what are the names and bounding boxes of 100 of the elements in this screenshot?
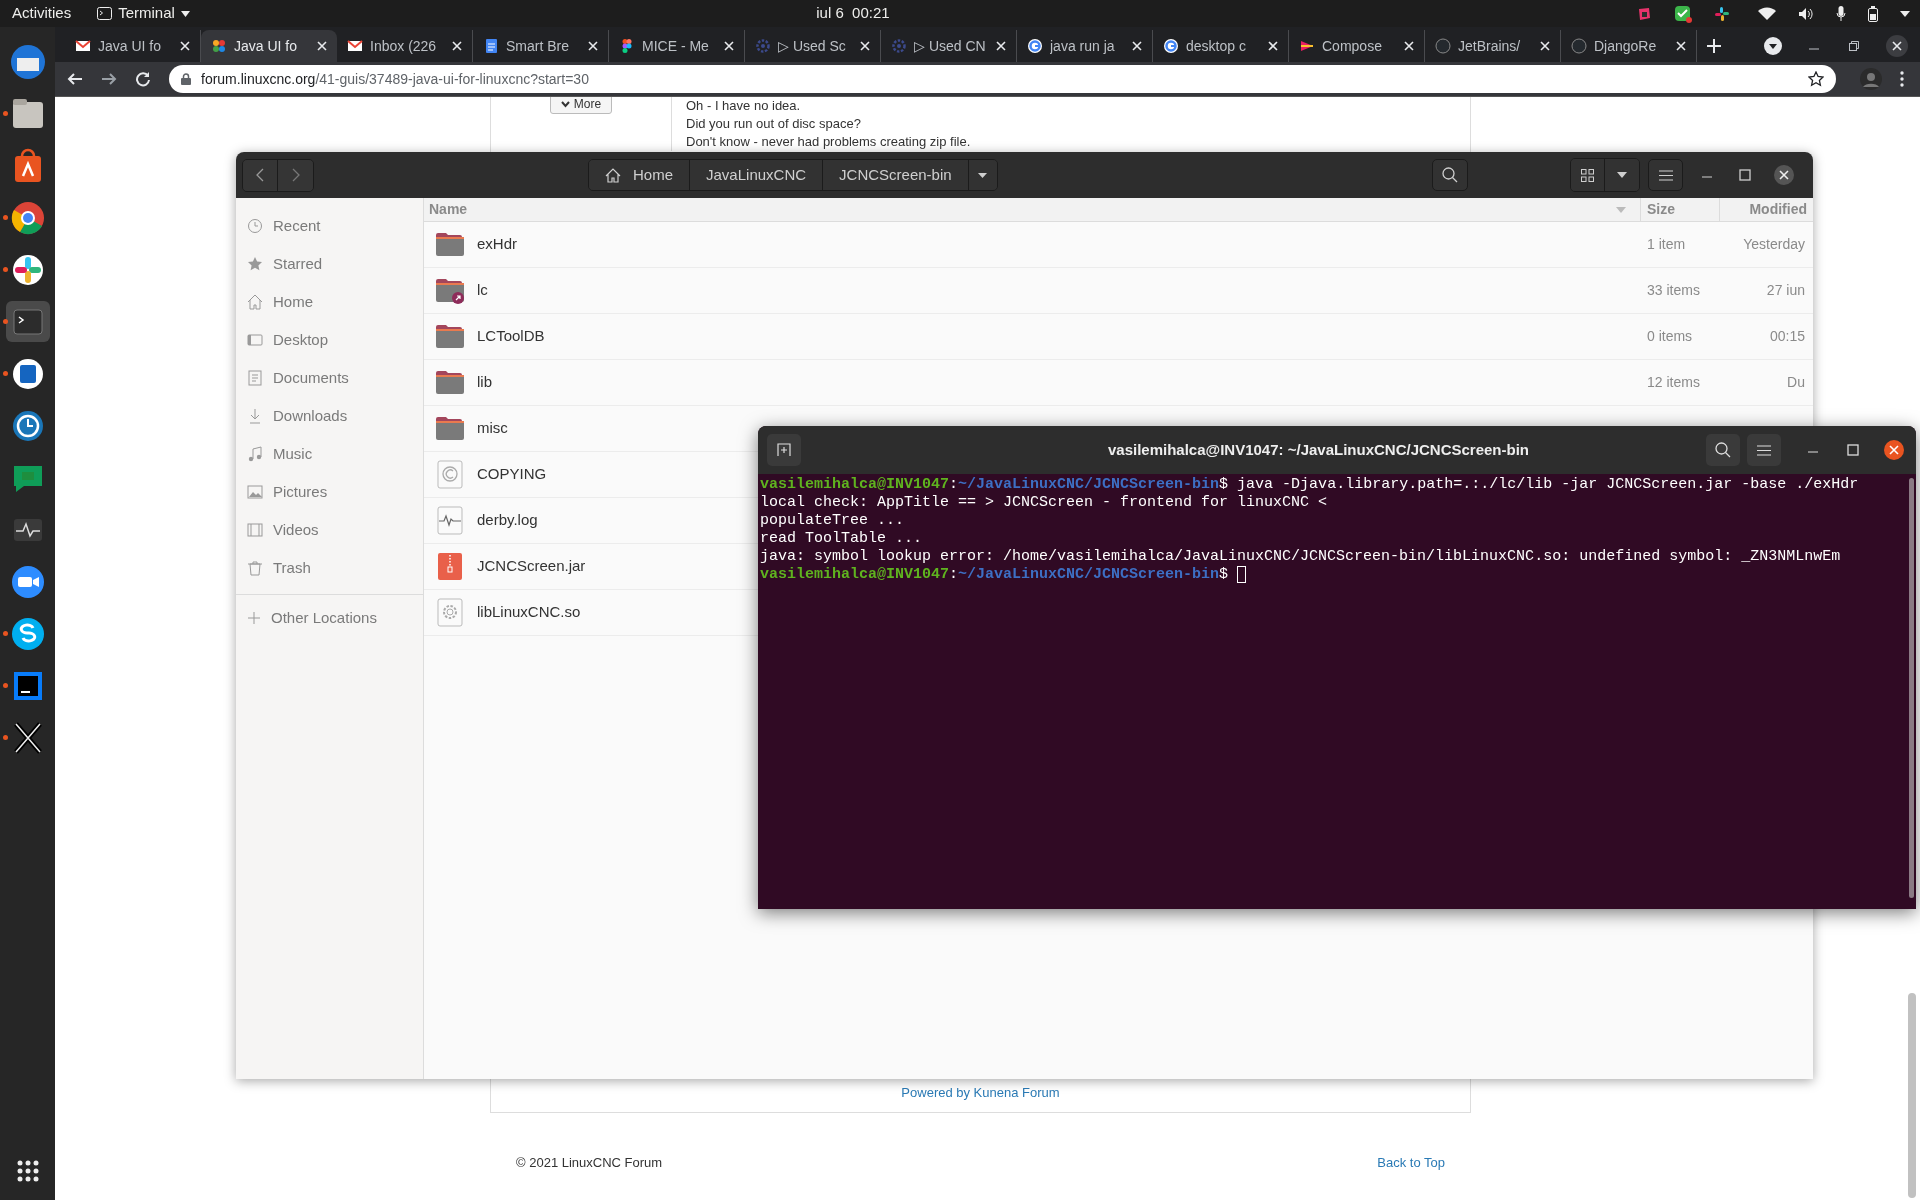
path-button[interactable]: JCNCScreen-bin xyxy=(823,160,969,190)
file-name[interactable]: lc xyxy=(477,279,488,302)
microphone-icon[interactable] xyxy=(1836,5,1846,22)
close-icon[interactable] xyxy=(1886,35,1908,57)
sidebar-item[interactable]: Music xyxy=(236,435,423,473)
close-icon[interactable] xyxy=(996,41,1006,51)
circle-icon xyxy=(1571,38,1587,54)
avatar-icon[interactable] xyxy=(1860,68,1882,90)
grid-view-button[interactable] xyxy=(1571,159,1605,191)
close-icon[interactable] xyxy=(1883,439,1905,461)
close-icon[interactable] xyxy=(724,41,734,51)
chevron-left-icon xyxy=(256,168,264,182)
new-tab-button[interactable] xyxy=(767,434,801,466)
sort-caret-icon xyxy=(1616,206,1626,213)
tab-search-icon[interactable] xyxy=(1764,37,1782,55)
sidebar-item[interactable]: Videos xyxy=(236,511,423,549)
search-button[interactable] xyxy=(1432,159,1468,191)
forward-icon[interactable] xyxy=(101,71,117,87)
close-icon[interactable] xyxy=(860,41,870,51)
post-text: Don't know - never had problems creating zip file. xyxy=(686,133,971,151)
address-bar[interactable]: forum.linuxcnc.org/41-guis/37489-java-ui-for-linuxcnc?start=30 xyxy=(169,65,1836,93)
file-size: 1 item xyxy=(1646,235,1687,254)
close-icon[interactable] xyxy=(1773,164,1795,186)
battery-icon[interactable] xyxy=(1868,5,1878,22)
envelope-icon xyxy=(75,38,91,54)
file-name[interactable]: misc xyxy=(477,417,508,440)
file-name[interactable]: lib xyxy=(477,371,492,394)
more-button[interactable]: More xyxy=(549,97,613,114)
file-name[interactable]: exHdr xyxy=(477,233,517,256)
sidebar-item[interactable]: Pictures xyxy=(236,473,423,511)
view-options-button[interactable] xyxy=(1605,159,1639,191)
sidebar-item[interactable]: Home xyxy=(236,283,423,321)
app-grid-icon[interactable] xyxy=(16,1160,39,1182)
powered-by-link[interactable]: Powered by Kunena Forum xyxy=(901,1085,1060,1101)
sidebar-item[interactable]: Recent xyxy=(236,207,423,245)
back-button[interactable] xyxy=(243,159,278,191)
sidebar-item[interactable]: Starred xyxy=(236,245,423,283)
path-button[interactable]: Home xyxy=(589,160,690,190)
pinwheel-icon[interactable] xyxy=(1714,5,1730,22)
close-icon[interactable] xyxy=(317,41,327,51)
restore-icon[interactable] xyxy=(1848,40,1860,52)
close-icon[interactable] xyxy=(1676,41,1686,51)
file-name[interactable]: JCNCScreen.jar xyxy=(477,555,586,578)
document-icon xyxy=(483,38,499,54)
output-line: populateTree ... xyxy=(760,512,905,530)
check-badge-icon[interactable] xyxy=(1674,4,1692,23)
output-line: local check: AppTitle == > JCNCScreen - frontend for linuxCNC < xyxy=(760,494,1328,512)
menu-icon[interactable] xyxy=(1900,71,1904,87)
back-to-top-link[interactable]: Back to Top xyxy=(1377,1153,1445,1173)
activities-button[interactable]: Activities xyxy=(12,2,72,25)
triangle-icon xyxy=(1299,38,1315,54)
copyright-file-icon xyxy=(435,459,465,490)
sidebar-item[interactable]: Documents xyxy=(236,359,423,397)
sidebar-item[interactable]: Other Locations xyxy=(236,599,423,637)
chevron-right-icon xyxy=(291,168,300,182)
plus-icon xyxy=(247,611,261,625)
reload-icon[interactable] xyxy=(135,71,151,87)
caret-icon[interactable] xyxy=(1900,10,1910,17)
home-icon xyxy=(247,294,263,310)
menu-icon xyxy=(1658,169,1673,181)
maximize-icon[interactable] xyxy=(1739,169,1751,181)
clock-text[interactable]: iul 6 00:21 xyxy=(816,2,890,25)
sidebar-item[interactable]: Trash xyxy=(236,549,423,587)
flower-icon xyxy=(211,38,227,54)
close-icon[interactable] xyxy=(452,41,462,51)
chevron-icon xyxy=(560,100,570,108)
path-dropdown-button[interactable] xyxy=(968,160,997,190)
bookmark-star-icon[interactable] xyxy=(1808,71,1824,87)
volume-icon[interactable] xyxy=(1798,6,1814,21)
menu-button[interactable] xyxy=(1648,159,1683,191)
sidebar-item[interactable]: Desktop xyxy=(236,321,423,359)
browser-tab[interactable]: Java UI fo xyxy=(201,30,337,62)
scrollbar-thumb[interactable] xyxy=(1908,993,1916,1198)
back-icon[interactable] xyxy=(67,71,83,87)
sidebar-item[interactable]: Downloads xyxy=(236,397,423,435)
file-name[interactable]: derby.log xyxy=(477,509,538,532)
cube-icon[interactable] xyxy=(1636,5,1652,22)
app-menu[interactable]: Terminal xyxy=(97,2,190,25)
close-icon[interactable] xyxy=(1132,41,1142,51)
file-name[interactable]: libLinuxCNC.so xyxy=(477,601,581,624)
close-icon[interactable] xyxy=(1404,41,1414,51)
new-tab-icon[interactable] xyxy=(1707,39,1721,53)
close-icon[interactable] xyxy=(1268,41,1278,51)
path-button[interactable]: JavaLinuxCNC xyxy=(690,160,824,190)
close-icon[interactable] xyxy=(180,41,190,51)
wifi-icon[interactable] xyxy=(1758,6,1776,21)
search-button[interactable] xyxy=(1706,434,1740,466)
gear-file-icon xyxy=(435,597,465,628)
file-name[interactable]: COPYING xyxy=(477,463,547,486)
maximize-icon[interactable] xyxy=(1847,444,1859,456)
file-size: 0 items xyxy=(1646,327,1694,346)
close-icon[interactable] xyxy=(1540,41,1550,51)
gear-icon xyxy=(891,38,907,54)
file-name[interactable]: LCToolDB xyxy=(477,325,545,348)
scrollbar-thumb[interactable] xyxy=(1909,478,1914,898)
prompt-line: vasilemihalca@INV1047:~/JavaLinuxCNC/JCNCScreen-bin$ xyxy=(760,566,1230,584)
menu-button[interactable] xyxy=(1747,434,1781,466)
window-title: vasilemihalca@INV1047: ~/JavaLinuxCNC/JCNCScreen-bin xyxy=(1106,439,1531,460)
home-icon xyxy=(605,167,621,183)
close-icon[interactable] xyxy=(588,41,598,51)
